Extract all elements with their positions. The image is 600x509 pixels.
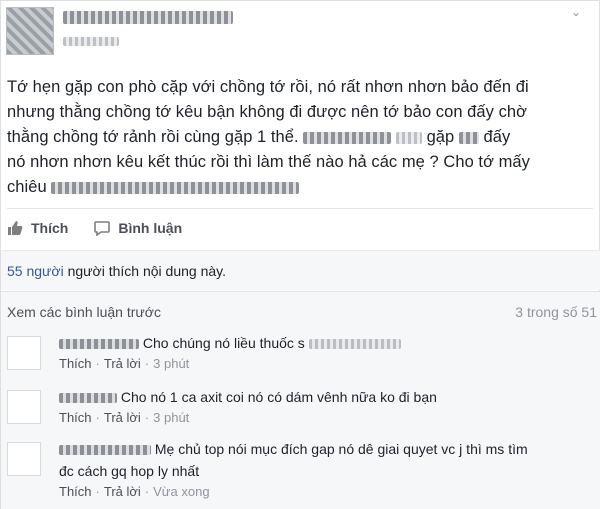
post-line-3-text-c: đấy	[483, 128, 511, 146]
commenter-name-redacted[interactable]	[59, 393, 117, 404]
comment-text: Mẹ chủ top nói mục đích gap nó dê giai q…	[154, 441, 528, 457]
post-timestamp-redacted[interactable]	[63, 37, 119, 46]
like-button[interactable]: Thích	[7, 220, 68, 236]
likes-text: 55 người người thích nội dung này.	[7, 263, 226, 279]
view-previous-comments-link[interactable]: Xem các bình luận trước	[7, 304, 161, 320]
comment-meta: Thích · Trả lời · Vừa xong	[59, 484, 210, 499]
redacted-text	[303, 131, 392, 144]
comment-count: 3 trong số 51	[515, 304, 597, 320]
commenter-avatar[interactable]	[7, 390, 41, 424]
comment-bubble-icon	[94, 221, 111, 236]
comment-button[interactable]: Bình luận	[94, 220, 182, 236]
post-line-5-text: chiêu	[7, 178, 47, 196]
comment-time[interactable]: 3 phút	[153, 356, 189, 371]
post-line-4: nó nhơn nhơn kêu kết thúc rồi thì làm th…	[7, 153, 530, 171]
comment-time[interactable]: 3 phút	[153, 410, 189, 425]
redacted-text	[308, 339, 401, 350]
comment-reply-link[interactable]: Trả lời	[104, 410, 141, 425]
commenter-avatar[interactable]	[7, 442, 41, 476]
author-avatar[interactable]	[6, 7, 54, 55]
redacted-text	[458, 131, 479, 144]
comment-text: Cho chúng nó liều thuốc s	[142, 335, 305, 351]
likes-count-link[interactable]: 55 người	[7, 263, 64, 279]
comment-label: Bình luận	[118, 220, 183, 236]
likes-suffix: người thích nội dung này.	[63, 263, 226, 279]
post-line-3-text-b: gặp	[426, 128, 455, 146]
post-line-3: thằng chồng tớ rảnh rồi cùng gặp 1 thể. …	[7, 125, 595, 150]
post-body: Tớ hẹn gặp con phò cặp với chồng tớ rồi,…	[7, 75, 595, 200]
comment-reply-link[interactable]: Trả lời	[104, 356, 141, 371]
comment-text: Cho nó 1 ca axit coi nó có dám vênh nữa …	[120, 389, 437, 405]
comment-text-line-2: đc cách gq hop ly nhất	[59, 463, 200, 479]
commenter-name-redacted[interactable]	[59, 339, 139, 350]
likes-summary: 55 người người thích nội dung này.	[1, 250, 600, 290]
redacted-text	[51, 181, 300, 194]
comment-body: Cho chúng nó liều thuốc s	[59, 334, 599, 352]
redacted-text	[395, 131, 422, 144]
author-name-redacted[interactable]	[63, 11, 233, 24]
commenter-avatar[interactable]	[7, 336, 41, 370]
comment-like-link[interactable]: Thích	[59, 410, 92, 425]
post-actions: Thích Bình luận	[7, 215, 208, 241]
comments-section: Xem các bình luận trước 3 trong số 51 Ch…	[1, 291, 600, 509]
comment-reply-link[interactable]: Trả lời	[104, 484, 141, 499]
post-line-2: nhưng thằng chồng tớ kêu bận không đi đư…	[7, 103, 527, 121]
thumbs-up-icon	[8, 221, 23, 235]
divider	[7, 208, 593, 209]
post-line-3-text: thằng chồng tớ rảnh rồi cùng gặp 1 thể.	[7, 128, 299, 146]
comment-body: Mẹ chủ top nói mục đích gap nó dê giai q…	[59, 438, 599, 482]
comment-meta: Thích · Trả lời · 3 phút	[59, 410, 190, 425]
post-line-1: Tớ hẹn gặp con phò cặp với chồng tớ rồi,…	[7, 78, 529, 96]
like-label: Thích	[31, 220, 69, 236]
commenter-name-redacted[interactable]	[59, 445, 151, 456]
comment-like-link[interactable]: Thích	[59, 356, 92, 371]
facebook-post: ⌄ Tớ hẹn gặp con phò cặp với chồng tớ rồ…	[0, 0, 600, 509]
post-line-5: chiêu	[7, 175, 595, 200]
comment-time[interactable]: Vừa xong	[153, 484, 209, 499]
comment-body: Cho nó 1 ca axit coi nó có dám vênh nữa …	[59, 388, 599, 406]
chevron-down-icon[interactable]: ⌄	[571, 6, 585, 18]
comment-meta: Thích · Trả lời · 3 phút	[59, 356, 190, 371]
comment-like-link[interactable]: Thích	[59, 484, 92, 499]
